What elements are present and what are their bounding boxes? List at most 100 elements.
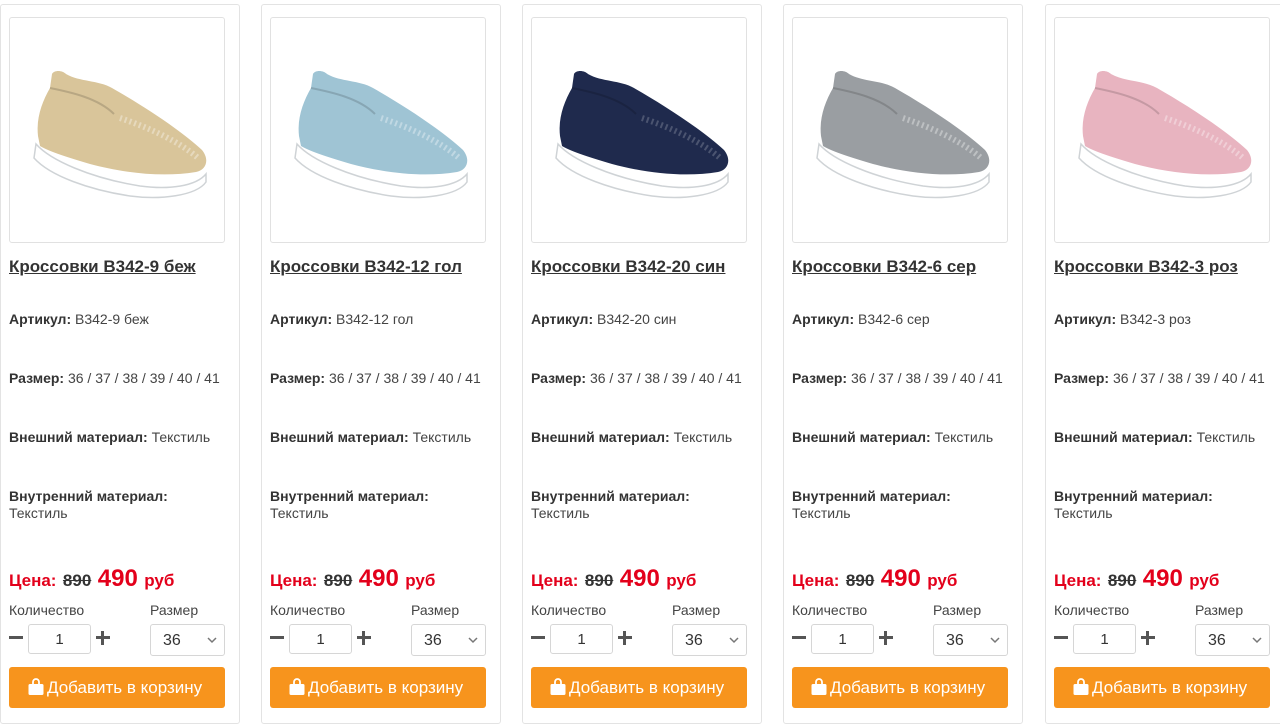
article-label: Артикул: <box>9 311 72 327</box>
article-value: B342-12 гол <box>336 311 414 327</box>
article-value: B342-3 роз <box>1120 311 1191 327</box>
outer-material-row: Внешний материал: Текстиль <box>1054 429 1274 446</box>
price-row: Цена: 890 490 руб <box>792 565 957 593</box>
sizes-row: Размер: 36 / 37 / 38 / 39 / 40 / 41 <box>1054 370 1274 387</box>
add-to-cart-button[interactable]: Добавить в корзину <box>531 667 747 708</box>
add-to-cart-label: Добавить в корзину <box>47 678 203 697</box>
inner-material-row: Внутренний материал: Текстиль <box>270 488 490 522</box>
price-label: Цена: <box>1054 571 1102 590</box>
quantity-input[interactable] <box>811 624 874 654</box>
article-row: Артикул: B342-6 сер <box>792 311 1012 328</box>
inner-material-value: Текстиль <box>531 505 590 521</box>
minus-icon[interactable] <box>531 636 545 639</box>
size-select[interactable]: 36 <box>411 624 486 656</box>
size-select-value: 36 <box>946 632 964 649</box>
plus-icon[interactable] <box>618 631 632 645</box>
size-select[interactable]: 36 <box>672 624 747 656</box>
add-to-cart-button[interactable]: Добавить в корзину <box>9 667 225 708</box>
quantity-input[interactable] <box>550 624 613 654</box>
outer-material-label: Внешний материал: <box>9 429 148 445</box>
size-select[interactable]: 36 <box>150 624 225 656</box>
sizes-row: Размер: 36 / 37 / 38 / 39 / 40 / 41 <box>531 370 751 387</box>
product-title[interactable]: Кроссовки B342-12 гол <box>270 257 462 277</box>
sizes-label: Размер: <box>792 370 848 386</box>
quantity-label: Количество <box>531 602 607 618</box>
chevron-down-icon <box>729 637 739 644</box>
outer-material-value: Текстиль <box>673 429 733 445</box>
size-select[interactable]: 36 <box>1195 624 1270 656</box>
chevron-down-icon <box>207 637 217 644</box>
outer-material-label: Внешний материал: <box>1054 429 1193 445</box>
size-select-label: Размер <box>672 602 721 618</box>
sizes-row: Размер: 36 / 37 / 38 / 39 / 40 / 41 <box>270 370 490 387</box>
outer-material-row: Внешний материал: Текстиль <box>9 429 229 446</box>
plus-icon[interactable] <box>879 631 893 645</box>
currency: руб <box>405 571 436 590</box>
shoe-upper-icon <box>298 71 468 175</box>
sizes-label: Размер: <box>531 370 587 386</box>
new-price: 490 <box>880 565 921 592</box>
sizes-label: Размер: <box>270 370 326 386</box>
sizes-value: 36 / 37 / 38 / 39 / 40 / 41 <box>328 370 481 386</box>
currency: руб <box>1189 571 1220 590</box>
price-row: Цена: 890 490 руб <box>531 565 696 593</box>
outer-material-label: Внешний материал: <box>792 429 931 445</box>
quantity-input[interactable] <box>1073 624 1136 654</box>
add-to-cart-button[interactable]: Добавить в корзину <box>270 667 486 708</box>
minus-icon[interactable] <box>9 636 23 639</box>
product-card: Кроссовки B342-20 син Артикул: B342-20 с… <box>522 4 762 724</box>
minus-icon[interactable] <box>792 636 806 639</box>
product-card: Кроссовки B342-3 роз Артикул: B342-3 роз… <box>1045 4 1280 724</box>
outer-material-value: Текстиль <box>1196 429 1256 445</box>
inner-material-value: Текстиль <box>270 505 329 521</box>
minus-icon[interactable] <box>270 636 284 639</box>
product-title[interactable]: Кроссовки B342-9 беж <box>9 257 196 277</box>
plus-icon[interactable] <box>96 631 110 645</box>
product-title[interactable]: Кроссовки B342-6 сер <box>792 257 976 277</box>
product-title[interactable]: Кроссовки B342-20 син <box>531 257 725 277</box>
old-price: 890 <box>845 571 875 590</box>
shoe-upper-icon <box>559 71 729 175</box>
size-select-value: 36 <box>424 632 442 649</box>
quantity-label: Количество <box>1054 602 1130 618</box>
size-select-label: Размер <box>933 602 982 618</box>
article-value: B342-20 син <box>597 311 677 327</box>
quantity-input[interactable] <box>28 624 91 654</box>
new-price: 490 <box>1142 565 1183 592</box>
chevron-down-icon <box>1252 637 1262 644</box>
plus-icon[interactable] <box>1141 631 1155 645</box>
inner-material-row: Внутренний материал: Текстиль <box>1054 488 1274 522</box>
sizes-value: 36 / 37 / 38 / 39 / 40 / 41 <box>850 370 1003 386</box>
quantity-label: Количество <box>792 602 868 618</box>
outer-material-row: Внешний материал: Текстиль <box>792 429 1012 446</box>
price-row: Цена: 890 490 руб <box>1054 565 1219 593</box>
product-title[interactable]: Кроссовки B342-3 роз <box>1054 257 1238 277</box>
article-value: B342-6 сер <box>858 311 930 327</box>
product-image[interactable] <box>270 17 486 243</box>
article-label: Артикул: <box>792 311 855 327</box>
quantity-label: Количество <box>9 602 85 618</box>
plus-icon[interactable] <box>357 631 371 645</box>
product-image[interactable] <box>792 17 1008 243</box>
product-grid: Кроссовки B342-9 беж Артикул: B342-9 беж… <box>0 0 1280 724</box>
currency: руб <box>666 571 697 590</box>
product-image[interactable] <box>9 17 225 243</box>
size-select[interactable]: 36 <box>933 624 1008 656</box>
price-row: Цена: 890 490 руб <box>270 565 435 593</box>
inner-material-label: Внутренний материал: <box>792 488 951 504</box>
add-to-cart-label: Добавить в корзину <box>569 678 725 697</box>
old-price: 890 <box>62 571 92 590</box>
minus-icon[interactable] <box>1054 636 1068 639</box>
quantity-input[interactable] <box>289 624 352 654</box>
currency: руб <box>927 571 958 590</box>
inner-material-label: Внутренний материал: <box>1054 488 1213 504</box>
shopping-bag-icon <box>289 678 305 695</box>
inner-material-label: Внутренний материал: <box>270 488 429 504</box>
product-image[interactable] <box>531 17 747 243</box>
add-to-cart-button[interactable]: Добавить в корзину <box>792 667 1008 708</box>
article-row: Артикул: B342-9 беж <box>9 311 229 328</box>
price-label: Цена: <box>792 571 840 590</box>
product-image[interactable] <box>1054 17 1270 243</box>
article-row: Артикул: B342-12 гол <box>270 311 490 328</box>
add-to-cart-button[interactable]: Добавить в корзину <box>1054 667 1270 708</box>
